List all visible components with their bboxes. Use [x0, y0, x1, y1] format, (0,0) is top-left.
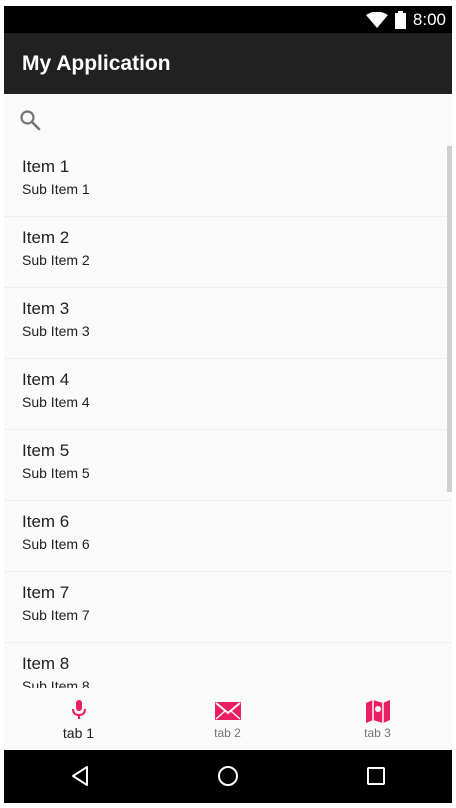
home-icon[interactable]: [216, 764, 240, 793]
list-item-title: Item 2: [22, 228, 70, 247]
list-item-title: Item 8: [22, 654, 70, 673]
mail-icon: [153, 698, 302, 724]
list-item[interactable]: Item 3 Sub Item 3: [4, 288, 452, 359]
battery-icon: [395, 11, 406, 34]
list-item-title: Item 3: [22, 299, 70, 318]
tab-2[interactable]: tab 2: [153, 688, 302, 750]
recents-icon[interactable]: [364, 764, 388, 793]
status-bar: 8:00: [4, 6, 452, 33]
microphone-icon: [4, 698, 153, 724]
tab-3[interactable]: tab 3: [303, 688, 452, 750]
list-item-title: Item 1: [22, 157, 70, 176]
scrollbar[interactable]: [447, 146, 452, 492]
device-screen: 8:00 My Application Item 1 Sub Item 1 It…: [4, 6, 452, 803]
list-item-subtitle: Sub Item 4: [22, 394, 90, 410]
list-item-subtitle: Sub Item 2: [22, 252, 90, 268]
list-item-subtitle: Sub Item 1: [22, 181, 90, 197]
map-icon: [303, 698, 452, 724]
list-item[interactable]: Item 1 Sub Item 1: [4, 146, 452, 217]
list-item-subtitle: Sub Item 3: [22, 323, 90, 339]
app-bar: My Application: [4, 33, 452, 94]
list-item-subtitle: Sub Item 5: [22, 465, 90, 481]
system-navigation-bar: [4, 750, 452, 803]
back-icon[interactable]: [68, 764, 92, 793]
item-list[interactable]: Item 1 Sub Item 1 Item 2 Sub Item 2 Item…: [4, 146, 452, 688]
list-item-title: Item 7: [22, 583, 70, 602]
wifi-icon: [366, 11, 388, 33]
list-item-subtitle: Sub Item 7: [22, 607, 90, 623]
search-bar[interactable]: [4, 94, 452, 146]
list-item-title: Item 5: [22, 441, 70, 460]
list-item[interactable]: Item 2 Sub Item 2: [4, 217, 452, 288]
tab-label: tab 3: [364, 726, 391, 740]
status-time: 8:00: [412, 10, 446, 29]
list-item[interactable]: Item 7 Sub Item 7: [4, 572, 452, 643]
app-title: My Application: [22, 52, 171, 75]
bottom-navigation: tab 1 tab 2 tab 3: [4, 688, 452, 750]
list-item[interactable]: Item 6 Sub Item 6: [4, 501, 452, 572]
list-item-subtitle: Sub Item 6: [22, 536, 90, 552]
tab-1[interactable]: tab 1: [4, 688, 153, 750]
list-item-subtitle: Sub Item 8: [22, 678, 90, 688]
search-icon[interactable]: [18, 108, 42, 137]
list-item-title: Item 4: [22, 370, 70, 389]
tab-label: tab 2: [214, 726, 241, 740]
list-item[interactable]: Item 5 Sub Item 5: [4, 430, 452, 501]
list-item[interactable]: Item 4 Sub Item 4: [4, 359, 452, 430]
list-item[interactable]: Item 8 Sub Item 8: [4, 643, 452, 688]
list-item-title: Item 6: [22, 512, 70, 531]
tab-label: tab 1: [62, 725, 95, 741]
